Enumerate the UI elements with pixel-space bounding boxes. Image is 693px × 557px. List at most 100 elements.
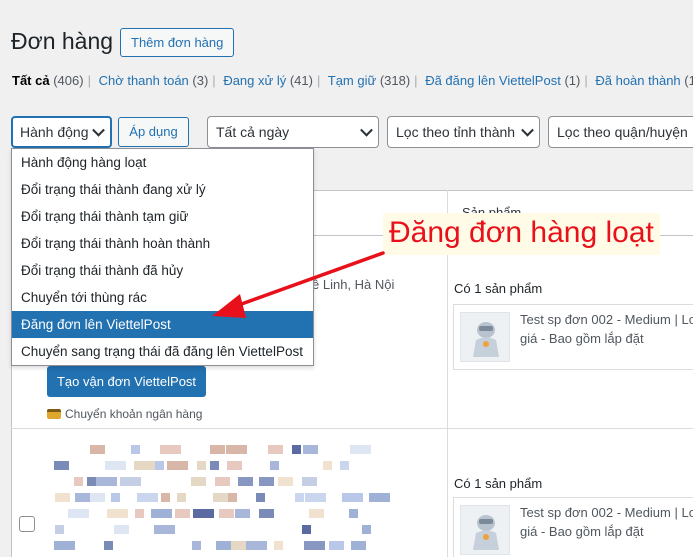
blur-pixel [134, 461, 155, 470]
blur-pixel [135, 509, 144, 518]
bulk-menu-item[interactable]: Đổi trạng thái thành hoàn thành [12, 230, 313, 257]
product-thumbnail[interactable] [460, 505, 510, 555]
blur-pixel [191, 477, 206, 486]
blur-pixel [90, 445, 105, 454]
blur-pixel [259, 509, 274, 518]
chevron-down-icon [521, 123, 534, 137]
date-filter-select[interactable]: Tất cả ngày [207, 116, 379, 148]
blur-pixel [350, 445, 371, 454]
blur-pixel [55, 493, 70, 502]
blur-pixel [177, 493, 186, 502]
filter-completed-count: (18) [684, 73, 693, 88]
blur-pixel [329, 541, 344, 550]
chevron-down-icon [360, 123, 373, 137]
blur-pixel [219, 509, 234, 518]
filter-posted-viettelpost-count: (1) [564, 73, 581, 88]
status-filter-list: Tất cả (406) | Chờ thanh toán (3) | Đang x… [12, 73, 693, 88]
bulk-menu-item[interactable]: Hành động hàng loạt [12, 149, 313, 176]
bulk-menu-item[interactable]: Đổi trạng thái thành tạm giữ [12, 203, 313, 230]
chevron-down-icon [92, 123, 105, 137]
blur-pixel [155, 461, 164, 470]
district-filter-select[interactable]: Lọc theo quận/huyện [548, 116, 693, 148]
bulk-menu-item[interactable]: Đổi trạng thái thành đã hủy [12, 257, 313, 284]
credit-card-icon [47, 409, 61, 419]
blur-pixel [302, 525, 311, 534]
blur-pixel [227, 461, 242, 470]
blur-pixel [278, 477, 293, 486]
blur-pixel [54, 541, 75, 550]
blur-pixel [131, 445, 140, 454]
blur-pixel [340, 461, 349, 470]
blur-pixel [342, 493, 363, 502]
blur-pixel [54, 461, 69, 470]
payment-method-label: Chuyển khoản ngân hàng [65, 407, 203, 421]
bulk-menu-item[interactable]: Đổi trạng thái thành đang xử lý [12, 176, 313, 203]
filter-processing[interactable]: Đang xử lý [223, 73, 286, 88]
blur-pixel [246, 541, 267, 550]
blur-pixel [197, 461, 206, 470]
blur-pixel [210, 445, 225, 454]
blur-pixel [215, 477, 230, 486]
blur-pixel [231, 541, 246, 550]
blur-pixel [270, 461, 279, 470]
blur-pixel [74, 477, 83, 486]
blur-pixel [55, 525, 64, 534]
blur-pixel [151, 509, 172, 518]
blur-pixel [369, 493, 390, 502]
bulk-menu-item[interactable]: Chuyển sang trạng thái đã đăng lên Viett… [12, 338, 313, 365]
product-attributes: giá - Bao gồm lắp đặt [520, 524, 644, 539]
blur-pixel [114, 525, 129, 534]
filter-on-hold[interactable]: Tạm giữ [328, 73, 376, 88]
filter-all[interactable]: Tất cả [12, 73, 50, 88]
blur-pixel [351, 541, 366, 550]
blur-pixel [213, 493, 228, 502]
blur-pixel [292, 445, 301, 454]
blur-pixel [107, 509, 128, 518]
product-thumbnail[interactable] [460, 312, 510, 362]
blur-pixel [259, 477, 274, 486]
blur-pixel [295, 493, 304, 502]
apply-button[interactable]: Áp dụng [118, 117, 189, 147]
product-item: Test sp đơn 002 - Medium | Lo giá - Bao … [453, 497, 693, 557]
blur-pixel [175, 509, 190, 518]
blur-pixel [216, 541, 231, 550]
filter-posted-viettelpost[interactable]: Đã đăng lên ViettelPost [425, 73, 561, 88]
bulk-action-select[interactable]: Hành động [11, 116, 112, 148]
blur-pixel [87, 477, 96, 486]
bulk-menu-item-selected[interactable]: Đăng đơn lên ViettelPost [12, 311, 313, 338]
blur-pixel [160, 445, 181, 454]
blur-pixel [349, 509, 358, 518]
product-count: Có 1 sản phẩm [454, 476, 543, 491]
blur-pixel [105, 461, 126, 470]
add-order-button[interactable]: Thêm đơn hàng [120, 28, 235, 57]
filter-processing-count: (41) [289, 73, 313, 88]
blur-pixel [362, 525, 371, 534]
blur-pixel [120, 477, 141, 486]
filter-on-hold-count: (318) [379, 73, 411, 88]
blur-pixel [192, 541, 201, 550]
product-item: Test sp đơn 002 - Medium | Lo giá - Bao … [453, 304, 693, 370]
province-filter-select[interactable]: Lọc theo tỉnh thành [387, 116, 540, 148]
blur-pixel [167, 461, 188, 470]
product-attributes: giá - Bao gồm lắp đặt [520, 331, 644, 346]
bulk-action-menu: Hành động hàng loạt Đổi trạng thái thành… [11, 148, 314, 366]
blur-pixel [268, 445, 283, 454]
annotation-label: Đăng đơn hàng loạt [383, 213, 660, 255]
blur-pixel [154, 525, 175, 534]
blur-pixel [309, 509, 324, 518]
order-address: ê Linh, Hà Nội [312, 277, 395, 292]
filter-pending-payment[interactable]: Chờ thanh toán [99, 73, 189, 88]
blur-pixel [226, 445, 247, 454]
row-divider [11, 428, 693, 429]
filter-completed[interactable]: Đã hoàn thành [595, 73, 680, 88]
product-name[interactable]: Test sp đơn 002 - Medium | Lo [520, 312, 693, 327]
blur-pixel [96, 477, 117, 486]
date-filter-value: Tất cả ngày [216, 124, 290, 140]
create-shipment-button[interactable]: Tạo vận đơn ViettelPost [47, 366, 206, 397]
blur-pixel [193, 509, 214, 518]
blur-pixel [90, 493, 105, 502]
blur-pixel [274, 541, 283, 550]
bulk-menu-item[interactable]: Chuyển tới thùng rác [12, 284, 313, 311]
row-select-checkbox[interactable] [19, 516, 35, 532]
product-name[interactable]: Test sp đơn 002 - Medium | Lo [520, 505, 693, 520]
